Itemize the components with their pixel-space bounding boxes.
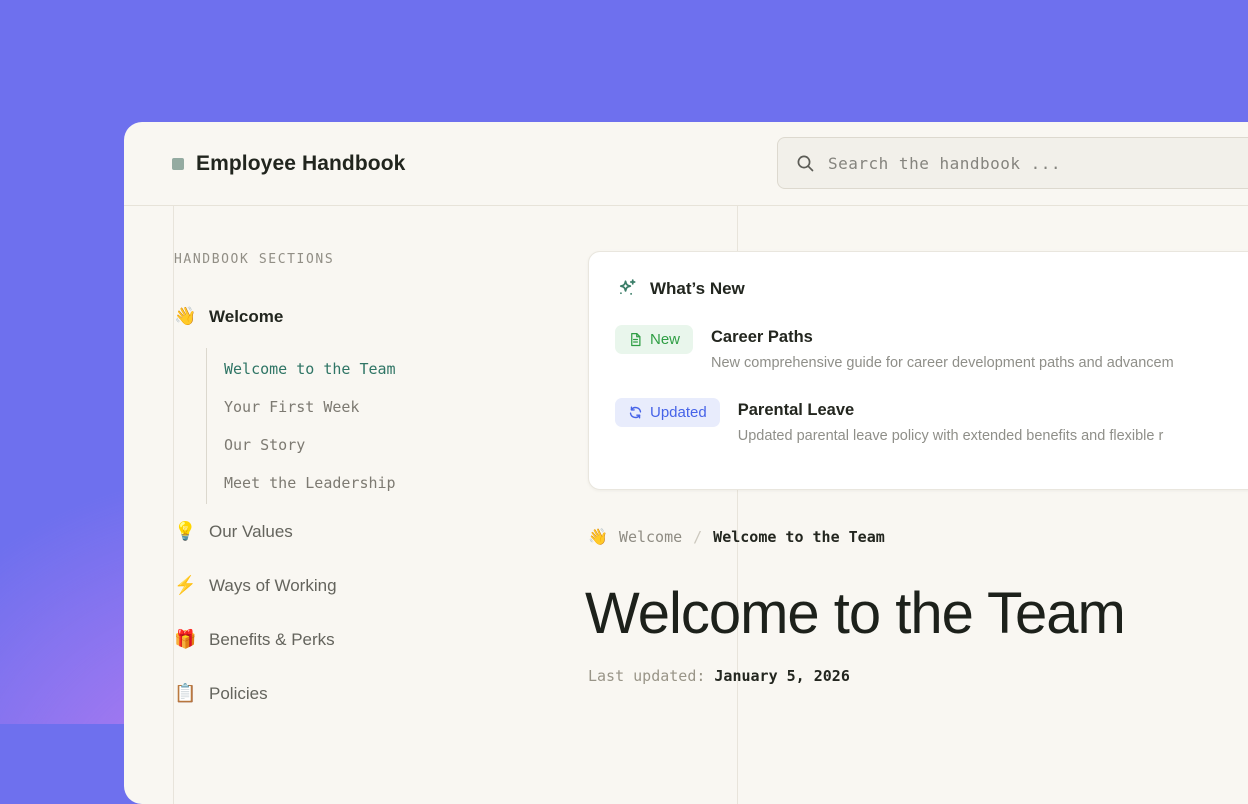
app-logo: Employee Handbook — [172, 122, 405, 206]
welcome-subsection-list: Welcome to the Team Your First Week Our … — [206, 348, 396, 504]
sidebar-item-ways-of-working[interactable]: ⚡ Ways of Working — [174, 575, 337, 596]
news-item-parental-leave[interactable]: Updated Parental Leave Updated parental … — [615, 398, 1248, 444]
gift-icon: 🎁 — [174, 629, 196, 650]
whats-new-card: What’s New New Career Paths New comprehe… — [588, 251, 1248, 490]
app-title: Employee Handbook — [196, 152, 405, 176]
waving-hand-icon: 👋 — [174, 306, 196, 327]
sparkles-icon — [615, 277, 638, 300]
file-text-icon — [628, 332, 643, 347]
whats-new-title: What’s New — [650, 279, 745, 299]
news-item-career-paths[interactable]: New Career Paths New comprehensive guide… — [615, 325, 1248, 371]
sidebar-item-welcome[interactable]: 👋 Welcome — [174, 306, 283, 327]
updated-badge: Updated — [615, 398, 720, 427]
app-window: Employee Handbook Search the handbook ..… — [124, 122, 1248, 804]
whats-new-header: What’s New — [615, 277, 1248, 300]
logo-square-icon — [172, 158, 184, 170]
news-description: New comprehensive guide for career devel… — [711, 355, 1174, 371]
main-content: What’s New New Career Paths New comprehe… — [588, 206, 1248, 804]
search-icon — [796, 154, 815, 173]
sidebar-item-label: Benefits & Perks — [209, 630, 335, 650]
news-text: Parental Leave Updated parental leave po… — [738, 398, 1164, 444]
lightning-icon: ⚡ — [174, 575, 196, 596]
last-updated-label: Last updated: — [588, 667, 705, 685]
sidebar-item-benefits-perks[interactable]: 🎁 Benefits & Perks — [174, 629, 335, 650]
news-text: Career Paths New comprehensive guide for… — [711, 325, 1174, 371]
sidebar: HANDBOOK SECTIONS 👋 Welcome Welcome to t… — [173, 206, 593, 804]
sidebar-item-label: Ways of Working — [209, 576, 337, 596]
breadcrumb-separator: / — [693, 528, 702, 546]
new-badge: New — [615, 325, 693, 354]
news-title: Career Paths — [711, 328, 1174, 347]
sidebar-item-label: Our Values — [209, 522, 293, 542]
search-placeholder: Search the handbook ... — [828, 154, 1061, 173]
sidebar-item-our-values[interactable]: 💡 Our Values — [174, 521, 293, 542]
sidebar-subitem-welcome-to-the-team[interactable]: Welcome to the Team — [224, 350, 396, 388]
last-updated-value: January 5, 2026 — [714, 667, 849, 685]
light-bulb-icon: 💡 — [174, 521, 196, 542]
breadcrumb-section[interactable]: Welcome — [619, 528, 682, 546]
sidebar-item-policies[interactable]: 📋 Policies — [174, 683, 268, 704]
sidebar-item-label: Welcome — [209, 307, 283, 327]
search-input[interactable]: Search the handbook ... — [777, 137, 1248, 189]
breadcrumb: 👋 Welcome / Welcome to the Team — [588, 527, 885, 547]
sidebar-subitem-our-story[interactable]: Our Story — [224, 426, 396, 464]
news-title: Parental Leave — [738, 401, 1164, 420]
sidebar-heading: HANDBOOK SECTIONS — [174, 252, 334, 267]
refresh-icon — [628, 405, 643, 420]
sidebar-item-label: Policies — [209, 684, 268, 704]
clipboard-icon: 📋 — [174, 683, 196, 704]
page-title: Welcome to the Team — [585, 580, 1125, 647]
sidebar-subitem-your-first-week[interactable]: Your First Week — [224, 388, 396, 426]
breadcrumb-current: Welcome to the Team — [713, 528, 885, 546]
sidebar-subitem-meet-the-leadership[interactable]: Meet the Leadership — [224, 464, 396, 502]
badge-label: New — [650, 331, 680, 348]
badge-label: Updated — [650, 404, 707, 421]
last-updated: Last updated: January 5, 2026 — [588, 667, 850, 685]
news-description: Updated parental leave policy with exten… — [738, 428, 1164, 444]
header: Employee Handbook Search the handbook ..… — [124, 122, 1248, 206]
waving-hand-icon: 👋 — [588, 527, 608, 547]
